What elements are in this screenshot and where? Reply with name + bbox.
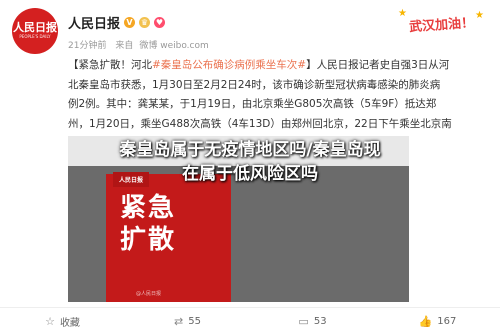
repost-icon: ⇄ [174, 315, 184, 328]
overlay-caption-line-1: 秦皇岛属于无疫情地区吗/秦皇岛现 [119, 140, 381, 160]
star-outline-icon: ☆ [45, 315, 55, 328]
crown-icon: ♛ [139, 17, 151, 28]
post-line-2: 北秦皇岛市获悉，1月30日至2月2日24时，该市确诊新型冠状病毒感染的肺炎病 [68, 78, 441, 91]
author-row: 人民日报 V ♛ ♥ [68, 13, 166, 32]
image-title-line-1: 紧急 [120, 193, 177, 223]
post-line-1-prefix: 【紧急扩散！河北 [68, 59, 152, 71]
heart-badge-icon: ♥ [154, 17, 166, 28]
post-source: 微博 weibo.com [139, 41, 209, 51]
image-credit: @人民日报 [136, 291, 162, 297]
thumbs-up-icon: 👍 [418, 315, 433, 328]
avatar[interactable]: 人民日报 PEOPLE'S DAILY [12, 8, 58, 54]
image-title-line-2: 扩散 [120, 225, 177, 255]
comment-count: 53 [313, 316, 327, 327]
overlay-caption-line-2: 在属于低风险区吗 [182, 164, 318, 184]
avatar-logo-subtext: PEOPLE'S DAILY [19, 34, 51, 39]
post-time[interactable]: 21分钟前 [68, 41, 106, 51]
image-title: 紧急 扩散 [120, 192, 176, 256]
star-icon: ★ [475, 10, 484, 21]
post-line-1-suffix: 】人民日报记者史自强3日从河 [306, 59, 450, 71]
sticker-text: 武汉加油！ [409, 15, 476, 35]
post-line-3: 例2例。其中：龚某某，于1月19日，由北京乘坐G805次高铁（5车9F）抵达郑 [68, 98, 437, 110]
favorite-label: 收藏 [59, 318, 80, 329]
repost-count: 55 [188, 316, 201, 327]
comment-icon: ▭ [298, 315, 309, 328]
author-name[interactable]: 人民日报 [68, 13, 120, 32]
post-line-4: 州，1月20日，乘坐G488次高铁（4车13D）由郑州回北京，22日下午乘坐北京… [68, 117, 452, 130]
like-button[interactable]: 👍 167 [375, 308, 500, 335]
post-meta: 21分钟前 来自 微博 weibo.com [68, 38, 215, 51]
action-bar: ☆ 收藏 ⇄ 55 ▭ 53 👍 167 [0, 307, 500, 335]
avatar-logo-text: 人民日报 [13, 21, 57, 34]
comment-button[interactable]: ▭ 53 [250, 308, 375, 335]
overlay-caption: 秦皇岛属于无疫情地区吗/秦皇岛现 在属于低风险区吗 [0, 138, 500, 186]
star-icon: ★ [398, 8, 407, 19]
cheer-sticker: ★ 武汉加油！ ★ [396, 6, 488, 40]
hashtag-link[interactable]: #秦皇岛公布确诊病例乘坐车次# [152, 59, 306, 71]
repost-button[interactable]: ⇄ 55 [125, 308, 250, 335]
favorite-button[interactable]: ☆ 收藏 [0, 308, 125, 335]
verified-icon: V [124, 17, 136, 28]
post-source-prefix: 来自 [115, 41, 134, 51]
like-count: 167 [437, 316, 457, 327]
